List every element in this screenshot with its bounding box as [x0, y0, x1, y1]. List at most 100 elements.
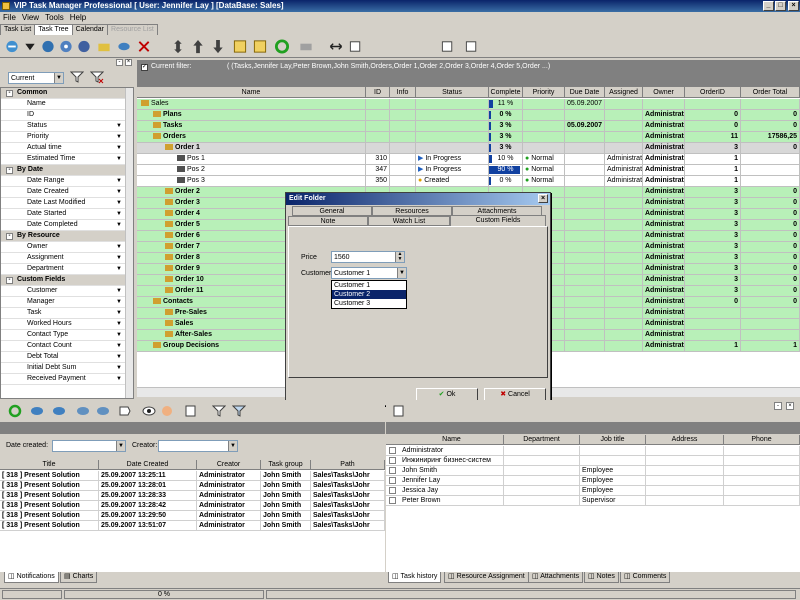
- hand-icon[interactable]: [160, 404, 174, 418]
- menu-tools[interactable]: Tools: [42, 12, 67, 24]
- export-icon[interactable]: [440, 39, 456, 54]
- task-icon[interactable]: [58, 39, 74, 54]
- tab-notifications[interactable]: ◫ Notifications: [4, 572, 59, 583]
- column-header[interactable]: Creator: [197, 460, 261, 470]
- table-row[interactable]: [ 318 ] Present Solution 25.09.2007 13:25…: [0, 471, 385, 481]
- table-row[interactable]: [ 318 ] Present Solution 25.09.2007 13:28…: [0, 491, 385, 501]
- menu-file[interactable]: File: [0, 12, 19, 24]
- clear-filter-icon[interactable]: [90, 70, 104, 84]
- table-row[interactable]: Administrator: [386, 446, 800, 456]
- table-row[interactable]: [ 318 ] Present Solution 25.09.2007 13:28…: [0, 481, 385, 491]
- print-icon[interactable]: [298, 39, 314, 54]
- filter-item[interactable]: Contact Type ▼: [1, 330, 133, 341]
- filter-item[interactable]: Date Created ▼: [1, 187, 133, 198]
- refresh-icon[interactable]: [274, 39, 290, 54]
- filter-group[interactable]: - Common: [1, 88, 133, 99]
- view-icon[interactable]: [116, 39, 132, 54]
- chevron-down-icon[interactable]: ▼: [115, 353, 123, 361]
- filter-group[interactable]: - By Date: [1, 165, 133, 176]
- grid-col-due[interactable]: Due Date: [565, 87, 605, 98]
- folder-icon[interactable]: [96, 39, 112, 54]
- tab-task-tree[interactable]: Task Tree: [34, 24, 73, 35]
- filter-item[interactable]: Contact Count ▼: [1, 341, 133, 352]
- filter-item[interactable]: Initial Debt Sum ▼: [1, 363, 133, 374]
- column-header[interactable]: Name: [400, 435, 504, 445]
- chevron-down-icon[interactable]: ▼: [115, 375, 123, 383]
- filter-item[interactable]: Priority ▼: [1, 132, 133, 143]
- row-checkbox[interactable]: [389, 447, 396, 454]
- tab-charts[interactable]: ▤ Charts: [60, 572, 98, 583]
- eye-icon[interactable]: [142, 404, 156, 418]
- grid-col-orderid[interactable]: OrderID: [685, 87, 741, 98]
- chevron-down-icon[interactable]: ▼: [115, 364, 123, 372]
- tree-row[interactable]: Orders 3 % Administrat 11 17586,25: [137, 132, 800, 143]
- collapse-icon[interactable]: -: [6, 277, 13, 284]
- filter-group[interactable]: - Custom Fields: [1, 275, 133, 286]
- columns-icon[interactable]: [392, 404, 406, 418]
- maximize-button[interactable]: □: [775, 1, 786, 11]
- customer-select[interactable]: Customer 1 ▼: [331, 267, 407, 279]
- table-row[interactable]: Peter Brown Supervisor: [386, 496, 800, 506]
- customer-option[interactable]: Customer 1: [332, 281, 406, 290]
- table-row[interactable]: [ 318 ] Present Solution 25.09.2007 13:28…: [0, 501, 385, 511]
- grid-col-total[interactable]: Order Total: [741, 87, 800, 98]
- tree-row[interactable]: Plans 0 % Administrat 0 0: [137, 110, 800, 121]
- view-select[interactable]: Current ▼: [8, 72, 64, 84]
- edit-icon[interactable]: [40, 39, 56, 54]
- chevron-down-icon[interactable]: ▼: [115, 122, 123, 130]
- dialog-close-button[interactable]: ×: [538, 194, 548, 203]
- minimize-button[interactable]: _: [763, 1, 774, 11]
- open-icon[interactable]: [22, 39, 38, 54]
- filter-item[interactable]: Worked Hours ▼: [1, 319, 133, 330]
- chevron-down-icon[interactable]: ▼: [115, 331, 123, 339]
- grid-col-status[interactable]: Status: [416, 87, 489, 98]
- chevron-down-icon[interactable]: ▼: [115, 243, 123, 251]
- chevron-down-icon[interactable]: ▼: [115, 155, 123, 163]
- grid-col-assigned[interactable]: Assigned: [605, 87, 643, 98]
- move-down-icon[interactable]: [210, 39, 226, 54]
- row-checkbox[interactable]: [389, 457, 396, 464]
- column-header[interactable]: Address: [646, 435, 724, 445]
- filter-item[interactable]: Date Started ▼: [1, 209, 133, 220]
- filter-item[interactable]: Assignment ▼: [1, 253, 133, 264]
- chevron-down-icon[interactable]: ▼: [115, 342, 123, 350]
- row-checkbox[interactable]: [389, 467, 396, 474]
- subtask-icon[interactable]: [76, 39, 92, 54]
- tree-row[interactable]: Tasks 3 % 05.09.2007 Administrat 0 0: [137, 121, 800, 132]
- tab-calendar[interactable]: Calendar: [71, 24, 109, 35]
- column-header[interactable]: Title: [0, 460, 99, 470]
- filter-item[interactable]: ID: [1, 110, 133, 121]
- tree-row[interactable]: Sales 11 % 05.09.2007: [137, 99, 800, 110]
- collapse-icon[interactable]: -: [6, 167, 13, 174]
- delete-icon[interactable]: [136, 39, 152, 54]
- tab-task-list[interactable]: Task List: [0, 24, 36, 35]
- close-button[interactable]: ×: [788, 1, 799, 11]
- view-all-icon[interactable]: [52, 404, 66, 418]
- grid-col-priority[interactable]: Priority: [523, 87, 565, 98]
- chevron-down-icon[interactable]: ▼: [115, 309, 123, 317]
- grid-col-id[interactable]: ID: [366, 87, 390, 98]
- row-checkbox[interactable]: [389, 487, 396, 494]
- chevron-down-icon[interactable]: ▼: [115, 133, 123, 141]
- chevron-down-icon[interactable]: ▼: [115, 210, 123, 218]
- chevron-down-icon[interactable]: ▼: [115, 199, 123, 207]
- chevron-down-icon[interactable]: ▼: [115, 177, 123, 185]
- chevron-down-icon[interactable]: ▼: [115, 144, 123, 152]
- tab-resource-assignment[interactable]: ◫ Resource Assignment: [444, 572, 529, 583]
- filter-item[interactable]: Date Last Modified ▼: [1, 198, 133, 209]
- mark-unread-icon[interactable]: [96, 404, 110, 418]
- close-panel-icon[interactable]: ×: [786, 402, 794, 410]
- column-header[interactable]: Phone: [724, 435, 800, 445]
- filter-item[interactable]: Debt Total ▼: [1, 352, 133, 363]
- move-updown-icon[interactable]: [170, 39, 186, 54]
- view-icon[interactable]: [30, 404, 44, 418]
- tree-row[interactable]: Pos 1 310 ▶ In Progress 10 % ● Normal Adminis…: [137, 154, 800, 165]
- chevron-down-icon[interactable]: ▼: [115, 320, 123, 328]
- pin-icon[interactable]: -: [774, 402, 782, 410]
- column-header[interactable]: Task group: [261, 460, 311, 470]
- filter-item[interactable]: Task ▼: [1, 308, 133, 319]
- chevron-down-icon[interactable]: ▼: [115, 188, 123, 196]
- filter-item[interactable]: Date Range ▼: [1, 176, 133, 187]
- tab-custom-fields[interactable]: Custom Fields: [450, 215, 546, 226]
- tab-resources[interactable]: Resources: [372, 206, 452, 216]
